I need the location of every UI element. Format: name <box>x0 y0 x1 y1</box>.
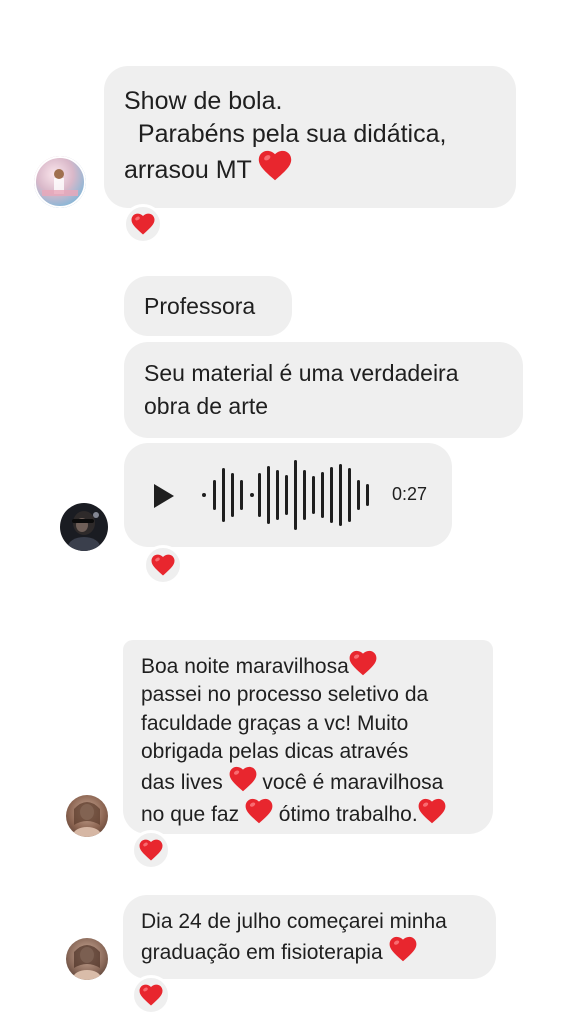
voice-message[interactable]: 0:27 <box>124 443 452 547</box>
heart-icon <box>139 984 163 1006</box>
message-line-wrap: graduação em fisioterapia <box>141 936 478 967</box>
message-line: Parabéns pela sua didática, <box>124 119 447 148</box>
message-line: das lives <box>141 771 223 795</box>
message-line: Boa noite maravilhosa <box>141 655 349 678</box>
heart-emoji-icon <box>418 798 446 824</box>
message-line-wrap: no que faz ótimo trabalho. <box>141 798 475 829</box>
heart-emoji-icon <box>349 650 377 676</box>
message-line-wrap: das lives você é maravilhosa <box>141 766 475 797</box>
message-bubble[interactable]: Seu material é uma verdadeira obra de ar… <box>124 342 523 438</box>
avatar-image-icon <box>34 156 86 208</box>
message-line: ótimo trabalho. <box>278 802 418 826</box>
message-line: no que faz <box>141 802 240 826</box>
heart-icon <box>139 839 163 861</box>
message-line: passei no processo seletivo da <box>141 683 429 707</box>
voice-duration: 0:27 <box>392 484 428 504</box>
avatar[interactable] <box>60 503 108 551</box>
heart-emoji-icon <box>258 150 292 181</box>
avatar-image-icon <box>73 945 101 980</box>
message-line-wrap: arrasou MT <box>124 150 496 187</box>
heart-icon <box>131 213 155 235</box>
reaction-heart[interactable] <box>131 830 171 870</box>
avatar-image-icon <box>68 511 100 551</box>
reaction-heart[interactable] <box>131 975 171 1015</box>
reaction-heart[interactable] <box>143 545 183 585</box>
avatar[interactable] <box>34 156 86 208</box>
message-line: faculdade graças a vc! Muito <box>141 711 409 735</box>
waveform[interactable] <box>202 443 382 547</box>
message-line: Dia 24 de julho começarei minha <box>141 910 447 933</box>
heart-emoji-icon <box>389 936 417 962</box>
play-icon[interactable] <box>152 483 176 509</box>
avatar-image-icon <box>73 802 101 837</box>
message-line: graduação em fisioterapia <box>141 941 383 965</box>
message-text: Professora <box>144 293 256 319</box>
message-line: você é maravilhosa <box>262 771 444 795</box>
message-line: Show de bola. <box>124 87 283 115</box>
avatar[interactable] <box>66 938 108 980</box>
message-bubble[interactable]: Professora <box>124 276 292 336</box>
message-bubble[interactable]: Show de bola. Parabéns pela sua didática… <box>104 66 516 208</box>
reaction-heart[interactable] <box>123 204 163 244</box>
message-line: obrigada pelas dicas através <box>141 740 409 764</box>
message-line-wrap: Boa noite maravilhosa <box>141 650 475 681</box>
message-bubble[interactable]: Boa noite maravilhosa passei no processo… <box>123 640 493 834</box>
message-line: obra de arte <box>144 393 269 420</box>
message-line: arrasou MT <box>124 156 252 184</box>
message-bubble[interactable]: Dia 24 de julho começarei minha graduaçã… <box>123 895 496 979</box>
avatar[interactable] <box>66 795 108 837</box>
message-line: Seu material é uma verdadeira <box>144 360 459 386</box>
heart-emoji-icon <box>245 798 273 824</box>
heart-icon <box>151 554 175 576</box>
heart-emoji-icon <box>229 766 257 792</box>
